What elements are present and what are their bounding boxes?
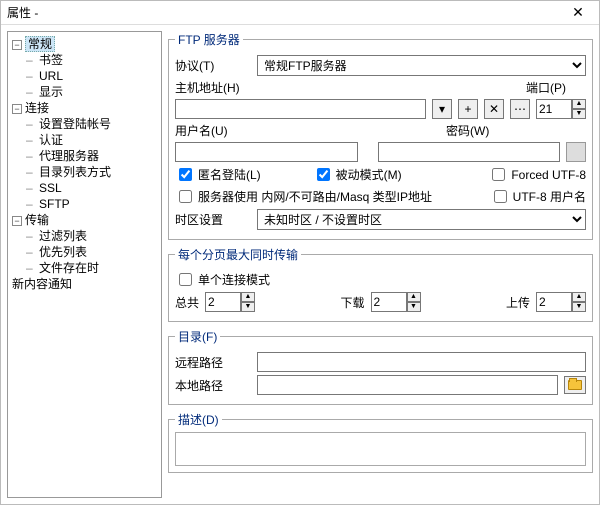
tree-url[interactable]: URL [39, 69, 63, 83]
dirs-legend: 目录(F) [175, 328, 220, 345]
tree-connect[interactable]: 连接 [25, 101, 49, 115]
collapse-icon[interactable]: − [12, 216, 22, 226]
tree-proxy[interactable]: 代理服务器 [39, 149, 99, 163]
collapse-icon[interactable]: − [12, 40, 22, 50]
host-input[interactable] [175, 99, 426, 119]
pass-label: 密码(W) [446, 122, 586, 139]
tree-general[interactable]: 常规 [25, 36, 55, 52]
nav-tree[interactable]: −常规 –书签 –URL –显示 −连接 –设置登陆帐号 –认证 –代理服务器 … [7, 31, 162, 498]
tree-exists[interactable]: 文件存在时 [39, 261, 99, 275]
tree-listing[interactable]: 目录列表方式 [39, 165, 111, 179]
dirs-group: 目录(F) 远程路径 本地路径 [168, 328, 593, 405]
tree-priority[interactable]: 优先列表 [39, 245, 87, 259]
host-dropdown-button[interactable]: ▾ [432, 99, 452, 119]
pass-reveal-button[interactable] [566, 142, 586, 162]
passive-checkbox[interactable]: 被动模式(M) [313, 165, 402, 184]
remote-input[interactable] [257, 352, 586, 372]
forced-utf8-checkbox[interactable]: Forced UTF-8 [488, 165, 586, 184]
local-input[interactable] [257, 375, 558, 395]
titlebar: 属性 - ✕ [1, 1, 599, 25]
host-browse-button[interactable]: ⋯ [510, 99, 530, 119]
protocol-label: 协议(T) [175, 57, 251, 74]
close-button[interactable]: ✕ [563, 4, 593, 21]
masq-checkbox[interactable]: 服务器使用 内网/不可路由/Masq 类型IP地址 [175, 187, 432, 206]
pass-input[interactable] [378, 142, 561, 162]
tz-label: 时区设置 [175, 211, 251, 228]
concurrent-legend: 每个分页最大同时传输 [175, 246, 301, 263]
host-remove-button[interactable]: ✕ [484, 99, 504, 119]
host-add-button[interactable]: + [458, 99, 478, 119]
port-down[interactable]: ▼ [572, 109, 586, 119]
window-title: 属性 - [7, 4, 38, 21]
host-label: 主机地址(H) [175, 79, 251, 96]
port-input[interactable] [536, 99, 572, 119]
single-conn-checkbox[interactable]: 单个连接模式 [175, 270, 270, 289]
tree-notify[interactable]: 新内容通知 [12, 277, 72, 291]
total-label: 总共 [175, 294, 199, 311]
tree-auth[interactable]: 认证 [39, 133, 63, 147]
ftp-group: FTP 服务器 协议(T) 常规FTP服务器 主机地址(H) 端口(P) ▾ + [168, 31, 593, 240]
port-up[interactable]: ▲ [572, 99, 586, 109]
folder-icon [568, 380, 582, 390]
tree-ssl[interactable]: SSL [39, 181, 62, 195]
tz-select[interactable]: 未知时区 / 不设置时区 [257, 209, 586, 230]
tree-display[interactable]: 显示 [39, 85, 63, 99]
up-input[interactable] [536, 292, 572, 312]
ftp-legend: FTP 服务器 [175, 31, 243, 48]
local-browse-button[interactable] [564, 376, 586, 394]
tree-sftp[interactable]: SFTP [39, 197, 70, 211]
concurrent-group: 每个分页最大同时传输 单个连接模式 总共 ▲▼ 下载 ▲▼ 上传 ▲▼ [168, 246, 593, 322]
down-input[interactable] [371, 292, 407, 312]
desc-input[interactable] [175, 432, 586, 466]
tree-transfer[interactable]: 传输 [25, 213, 49, 227]
anonymous-checkbox[interactable]: 匿名登陆(L) [175, 165, 261, 184]
tree-bookmarks[interactable]: 书签 [39, 53, 63, 67]
local-label: 本地路径 [175, 377, 251, 394]
desc-group: 描述(D) [168, 411, 593, 473]
down-label: 下载 [341, 294, 365, 311]
total-input[interactable] [205, 292, 241, 312]
up-label: 上传 [506, 294, 530, 311]
user-input[interactable] [175, 142, 358, 162]
collapse-icon[interactable]: − [12, 104, 22, 114]
desc-legend: 描述(D) [175, 411, 222, 428]
tree-login[interactable]: 设置登陆帐号 [39, 117, 111, 131]
utf8-user-checkbox[interactable]: UTF-8 用户名 [490, 187, 586, 206]
port-label: 端口(P) [526, 79, 586, 96]
remote-label: 远程路径 [175, 354, 251, 371]
user-label: 用户名(U) [175, 122, 251, 139]
protocol-select[interactable]: 常规FTP服务器 [257, 55, 586, 76]
tree-filter[interactable]: 过滤列表 [39, 229, 87, 243]
